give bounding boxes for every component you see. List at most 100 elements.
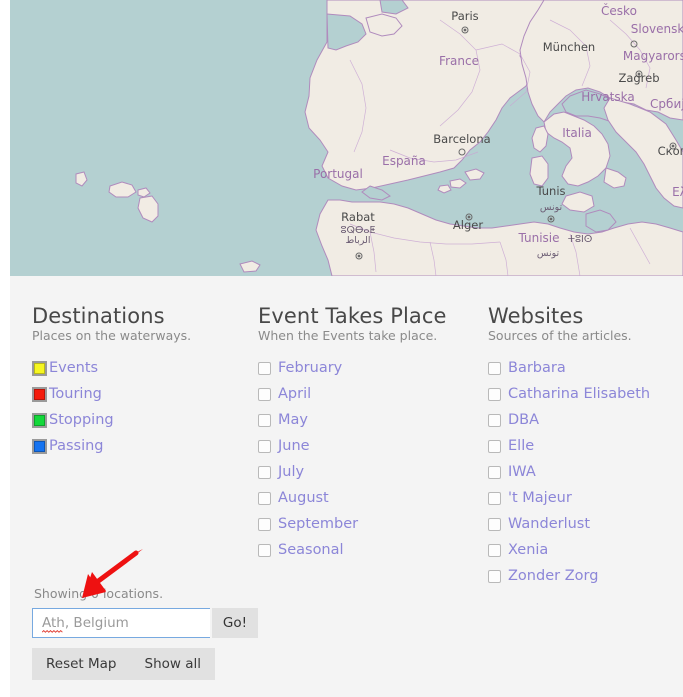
map-label: Italia [562,126,592,140]
filter-option[interactable]: Stopping [32,407,242,433]
location-search-group: Go! [32,608,258,638]
reset-map-button[interactable]: Reset Map [32,648,131,680]
filter-option-label[interactable]: February [278,360,342,377]
filter-option-label[interactable]: July [278,464,304,481]
map-label: España [382,154,426,168]
checkbox-icon[interactable] [488,440,501,453]
filter-option[interactable]: Barbara [488,355,683,381]
checkbox-icon[interactable] [258,544,271,557]
filter-option[interactable]: Catharina Elisabeth [488,381,683,407]
filter-option[interactable]: Touring [32,381,242,407]
filter-option[interactable]: Passing [32,433,242,459]
filter-option-label[interactable]: September [278,516,358,533]
filter-option[interactable]: June [258,433,473,459]
filter-option-label[interactable]: April [278,386,311,403]
column-event-takes-place: Event Takes Place When the Events take p… [258,304,473,563]
checkbox-icon[interactable] [488,544,501,557]
filter-option-label[interactable]: IWA [508,464,536,481]
map-action-bar: Reset Map Show all [32,648,215,680]
filter-panel: Destinations Places on the waterways. Ev… [10,276,683,697]
filter-option[interactable]: May [258,407,473,433]
filter-option-label[interactable]: Zonder Zorg [508,568,598,585]
events-option-list: February April May June July August September S… [258,355,473,563]
filter-option[interactable]: April [258,381,473,407]
filter-option-label[interactable]: Barbara [508,360,566,377]
map-label: Скопј [658,144,683,158]
filter-option-label[interactable]: Catharina Elisabeth [508,386,650,403]
checkbox-icon[interactable] [488,466,501,479]
map-label: الرباط [345,235,370,246]
map-label: Србија [650,97,683,111]
filter-option[interactable]: February [258,355,473,381]
map-label: Slovensko [631,22,683,36]
filter-option[interactable]: Xenia [488,537,683,563]
color-swatch-checkbox[interactable] [32,413,47,428]
column-websites: Websites Sources of the articles. Barbar… [488,304,683,589]
filter-option-label[interactable]: May [278,412,308,429]
location-search-input[interactable] [32,608,210,638]
checkbox-icon[interactable] [258,414,271,427]
color-swatch-checkbox[interactable] [32,387,47,402]
map-label: Tunisie [517,231,559,245]
checkbox-icon[interactable] [258,362,271,375]
show-all-button[interactable]: Show all [131,648,216,680]
destinations-option-list: Events Touring Stopping Passing [32,355,242,459]
map-label: Tunis [535,184,565,198]
app-page: ParisFranceMünchenČeskoSlovenskoMagyaror… [0,0,683,697]
map-label: Magyarország [623,49,683,63]
filter-option-label[interactable]: Events [49,360,98,377]
map-label: France [439,54,479,68]
map-label: Ελλ [672,185,683,199]
filter-option-label[interactable]: Seasonal [278,542,344,559]
checkbox-icon[interactable] [258,492,271,505]
filter-option-label[interactable]: Elle [508,438,534,455]
checkbox-icon[interactable] [488,414,501,427]
filter-option[interactable]: Seasonal [258,537,473,563]
filter-option[interactable]: Zonder Zorg [488,563,683,589]
websites-subtitle: Sources of the articles. [488,328,683,343]
filter-option[interactable]: 't Majeur [488,485,683,511]
map-label: تونس [537,248,560,259]
filter-option-label[interactable]: Stopping [49,412,114,429]
go-button[interactable]: Go! [212,608,258,638]
checkbox-icon[interactable] [488,388,501,401]
filter-option-label[interactable]: Wanderlust [508,516,590,533]
filter-option-label[interactable]: August [278,490,329,507]
filter-option[interactable]: Wanderlust [488,511,683,537]
checkbox-icon[interactable] [258,466,271,479]
map-label: Alger [453,218,483,232]
checkbox-icon[interactable] [488,518,501,531]
map-controls: Showing 0 locations. Go! Reset Map Show … [32,586,452,680]
map-label: Zagreb [618,71,659,85]
events-title: Event Takes Place [258,304,473,328]
filter-option-label[interactable]: 't Majeur [508,490,572,507]
filter-option[interactable]: September [258,511,473,537]
filter-option[interactable]: DBA [488,407,683,433]
filter-option-label[interactable]: Passing [49,438,104,455]
filter-option[interactable]: July [258,459,473,485]
checkbox-icon[interactable] [258,388,271,401]
map-label: Barcelona [433,132,490,146]
search-input-shell [32,608,212,638]
checkbox-icon[interactable] [488,570,501,583]
filter-option[interactable]: IWA [488,459,683,485]
filter-option-label[interactable]: Touring [49,386,102,403]
color-swatch-checkbox[interactable] [32,361,47,376]
filter-option-label[interactable]: June [278,438,310,455]
filter-option[interactable]: Elle [488,433,683,459]
filter-option[interactable]: Events [32,355,242,381]
checkbox-icon[interactable] [488,362,501,375]
color-swatch-checkbox[interactable] [32,439,47,454]
checkbox-icon[interactable] [258,440,271,453]
websites-title: Websites [488,304,683,328]
events-subtitle: When the Events take place. [258,328,473,343]
map-viewport[interactable]: ParisFranceMünchenČeskoSlovenskoMagyaror… [10,0,683,276]
checkbox-icon[interactable] [258,518,271,531]
map-canvas[interactable]: ParisFranceMünchenČeskoSlovenskoMagyaror… [10,0,683,276]
filter-option-label[interactable]: DBA [508,412,539,429]
filter-option[interactable]: August [258,485,473,511]
map-label: تونس [540,202,563,213]
map-label: München [543,40,595,54]
checkbox-icon[interactable] [488,492,501,505]
filter-option-label[interactable]: Xenia [508,542,548,559]
